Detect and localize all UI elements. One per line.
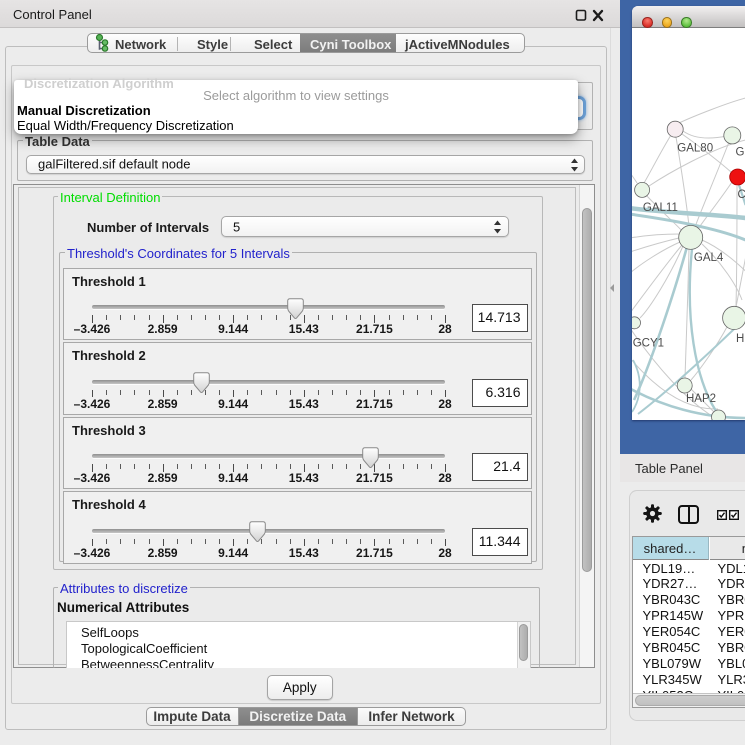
svg-text:C: C <box>737 189 745 201</box>
svg-text:GCY1: GCY1 <box>632 337 663 349</box>
svg-text:HAP2: HAP2 <box>686 393 716 405</box>
svg-text:G: G <box>735 146 744 158</box>
svg-text:GAL80: GAL80 <box>677 142 713 154</box>
svg-text:GAL4: GAL4 <box>693 252 723 264</box>
svg-text:GAL11: GAL11 <box>642 202 677 214</box>
svg-text:H: H <box>736 333 744 345</box>
